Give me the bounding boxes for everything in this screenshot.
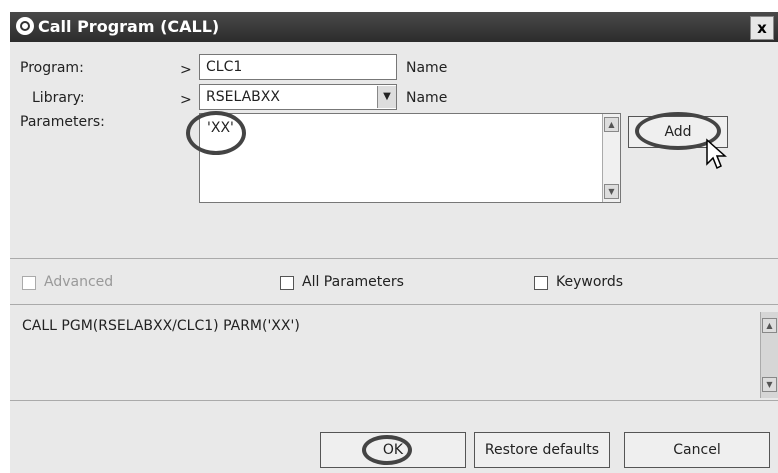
keywords-label: Keywords bbox=[556, 274, 624, 290]
advanced-label: Advanced bbox=[44, 274, 114, 290]
scroll-up-icon[interactable]: ▲ bbox=[762, 318, 777, 333]
program-label: Program: bbox=[20, 60, 84, 76]
library-kind-label: Name bbox=[406, 90, 448, 106]
program-prompt: > bbox=[180, 62, 192, 78]
highlight-circle-parameter bbox=[186, 111, 246, 155]
library-value: RSELABXX bbox=[206, 89, 280, 105]
parameters-list[interactable]: 'XX' ▲ ▼ bbox=[199, 113, 621, 203]
app-icon bbox=[16, 17, 34, 35]
keywords-checkbox[interactable] bbox=[534, 276, 548, 290]
divider-bottom bbox=[10, 400, 778, 401]
program-field[interactable]: CLC1 bbox=[199, 54, 397, 80]
title-bar: Call Program (CALL) x bbox=[10, 12, 778, 42]
advanced-checkbox[interactable] bbox=[22, 276, 36, 290]
scroll-down-icon[interactable]: ▼ bbox=[604, 184, 619, 199]
all-parameters-label: All Parameters bbox=[302, 274, 404, 290]
scroll-up-icon[interactable]: ▲ bbox=[604, 117, 619, 132]
parameters-scrollbar[interactable]: ▲ ▼ bbox=[602, 114, 620, 202]
command-preview: CALL PGM(RSELABXX/CLC1) PARM('XX') ▲ ▼ bbox=[10, 312, 778, 398]
parameters-label: Parameters: bbox=[20, 114, 105, 130]
mouse-cursor-icon bbox=[706, 138, 727, 170]
cancel-button[interactable]: Cancel bbox=[624, 432, 770, 468]
library-prompt: > bbox=[180, 92, 192, 108]
command-text: CALL PGM(RSELABXX/CLC1) PARM('XX') bbox=[22, 318, 300, 334]
divider-top bbox=[10, 258, 778, 259]
all-parameters-checkbox[interactable] bbox=[280, 276, 294, 290]
divider-middle bbox=[10, 304, 778, 305]
dialog-title: Call Program (CALL) bbox=[38, 17, 220, 36]
call-program-dialog: Call Program (CALL) x Program: > CLC1 Na… bbox=[10, 12, 778, 473]
program-kind-label: Name bbox=[406, 60, 448, 76]
chevron-down-icon[interactable]: ▼ bbox=[377, 86, 396, 108]
library-combobox[interactable]: RSELABXX ▼ bbox=[199, 84, 397, 110]
highlight-circle-ok bbox=[362, 435, 412, 465]
scroll-down-icon[interactable]: ▼ bbox=[762, 377, 777, 392]
library-label: Library: bbox=[32, 90, 85, 106]
command-scrollbar[interactable]: ▲ ▼ bbox=[760, 312, 778, 398]
close-button[interactable]: x bbox=[750, 16, 774, 40]
restore-defaults-button[interactable]: Restore defaults bbox=[474, 432, 610, 468]
